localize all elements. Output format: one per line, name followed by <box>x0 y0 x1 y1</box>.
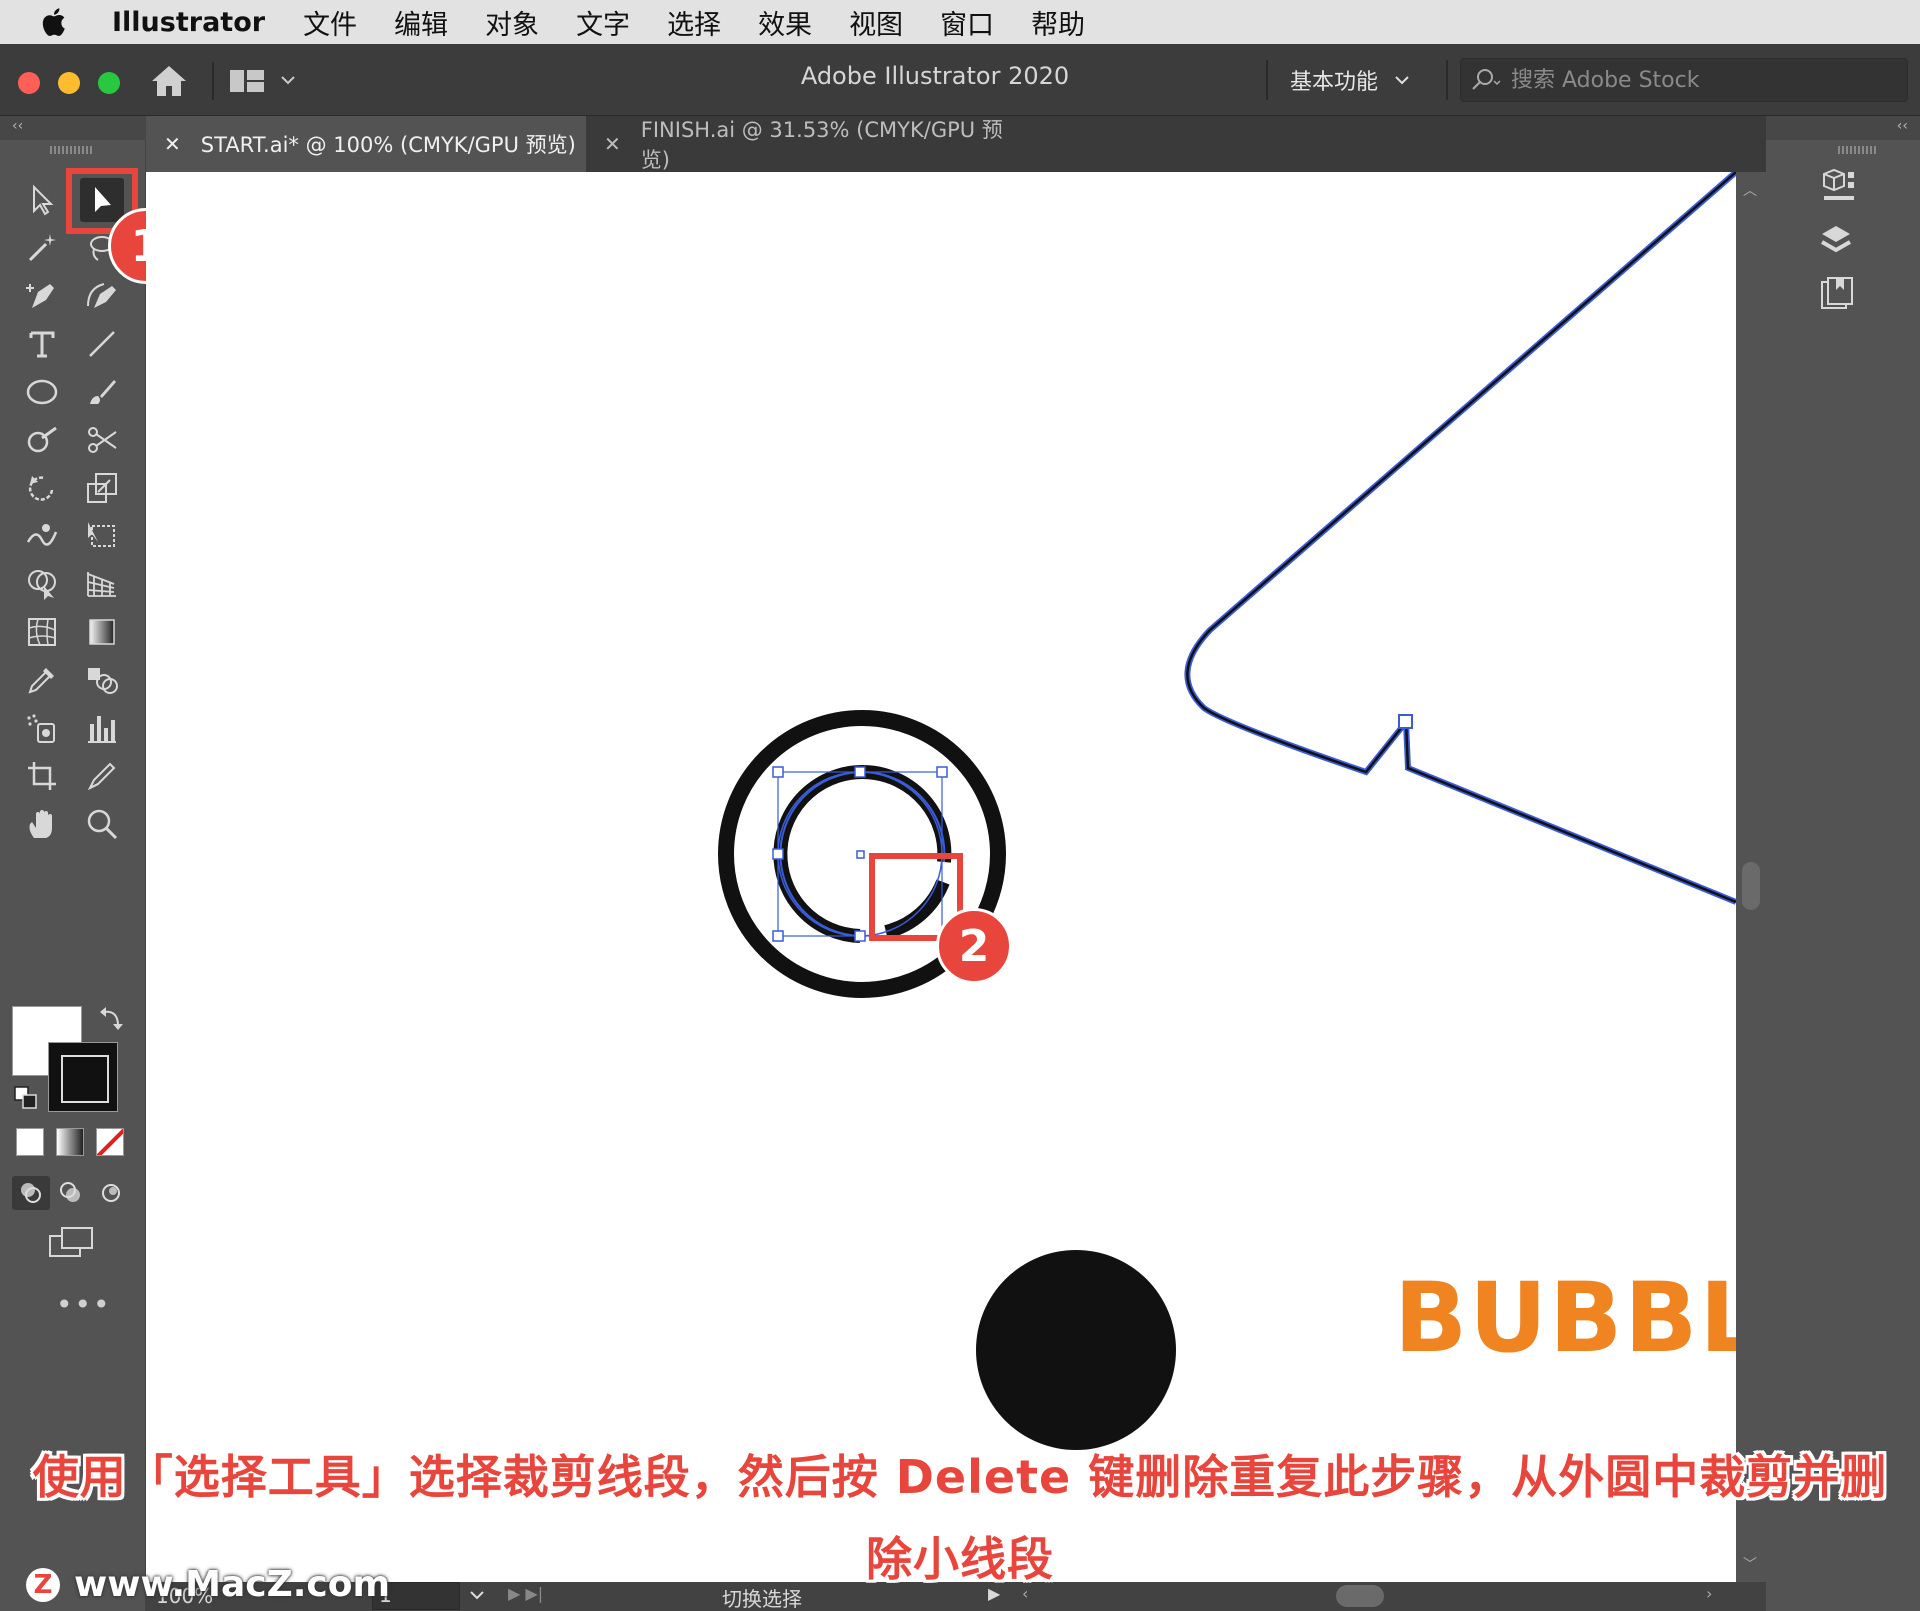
menu-file[interactable]: 文件 <box>303 3 357 42</box>
type-tool-icon[interactable] <box>20 322 64 366</box>
swap-fill-stroke-icon[interactable] <box>98 1004 126 1032</box>
menu-type[interactable]: 文字 <box>576 3 630 42</box>
toolbar-divider <box>1446 60 1448 100</box>
panel-grip[interactable] <box>50 146 94 154</box>
magic-wand-tool-icon[interactable] <box>20 226 64 270</box>
draw-behind-button[interactable] <box>52 1176 90 1210</box>
apple-menu-icon[interactable] <box>38 5 72 39</box>
line-segment-tool-icon[interactable] <box>80 322 124 366</box>
collapse-left-icon[interactable]: ‹‹ <box>12 118 23 134</box>
gradient-mode-button[interactable] <box>56 1128 84 1156</box>
screen-mode-icon[interactable] <box>48 1224 96 1260</box>
shape-builder-tool-icon[interactable] <box>20 562 64 606</box>
scissors-tool-icon[interactable] <box>80 418 124 462</box>
stroke-color-swatch[interactable] <box>48 1042 118 1112</box>
site-watermark: Z www.MacZ.com <box>26 1564 390 1605</box>
tab-label: FINISH.ai @ 31.53% (CMYK/GPU 预览) <box>640 118 1003 172</box>
menu-help[interactable]: 帮助 <box>1031 3 1085 42</box>
draw-normal-icon <box>21 1183 41 1203</box>
tab-label: START.ai* @ 100% (CMYK/GPU 预览) <box>200 133 576 157</box>
draw-behind-icon <box>60 1182 80 1202</box>
paintbrush-tool-icon[interactable] <box>80 370 124 414</box>
right-panel-dock <box>1766 140 1920 1611</box>
layers-panel-icon[interactable] <box>1818 222 1862 262</box>
pen-tool-icon[interactable] <box>20 274 64 318</box>
artboard-tool-icon[interactable] <box>20 754 64 798</box>
solid-circle[interactable] <box>976 1250 1176 1450</box>
search-icon <box>1472 69 1501 90</box>
vertical-scrollbar[interactable]: ︿ ﹀ <box>1736 172 1766 1582</box>
none-mode-button[interactable] <box>96 1128 124 1156</box>
column-graph-tool-icon[interactable] <box>80 706 124 750</box>
panel-icon-column <box>1776 140 1910 330</box>
stock-search-input[interactable] <box>1511 67 1891 93</box>
step-badge-2: 2 <box>936 908 1012 984</box>
bubble-outline-path[interactable] <box>1184 172 1736 905</box>
menu-view[interactable]: 视图 <box>849 3 903 42</box>
menu-window[interactable]: 窗口 <box>940 3 994 42</box>
adobe-stock-search[interactable] <box>1460 58 1908 102</box>
watermark-logo-icon: Z <box>26 1567 60 1602</box>
tab-finish-document[interactable]: ✕ FINISH.ai @ 31.53% (CMYK/GPU 预览) <box>586 116 1026 172</box>
shaper-tool-icon[interactable] <box>20 418 64 462</box>
symbol-sprayer-tool-icon[interactable] <box>20 706 64 750</box>
app-title-bar: Adobe Illustrator 2020 基本功能 <box>0 44 1920 116</box>
panel-grip[interactable] <box>1838 146 1876 154</box>
menu-app-name[interactable]: Illustrator <box>112 7 265 38</box>
curvature-tool-icon[interactable] <box>80 274 124 318</box>
brand-text[interactable]: BUBBL <box>1394 1262 1736 1374</box>
toolbar-divider <box>1266 60 1268 100</box>
draw-inside-icon <box>102 1184 120 1202</box>
asset-export-panel-icon[interactable] <box>1818 274 1862 314</box>
default-colors-icon[interactable] <box>14 1086 38 1110</box>
selection-tool-icon[interactable] <box>20 178 64 222</box>
scroll-up-icon[interactable]: ︿ <box>1743 180 1757 200</box>
slice-tool-icon[interactable] <box>80 754 124 798</box>
menu-object[interactable]: 对象 <box>485 3 539 42</box>
draw-inside-button[interactable] <box>92 1176 130 1210</box>
document-tab-bar: ✕ START.ai* @ 100% (CMYK/GPU 预览) ✕ FINIS… <box>146 116 1766 172</box>
gradient-tool-icon[interactable] <box>80 610 124 654</box>
menu-bar: Illustrator 文件 编辑 对象 文字 选择 效果 视图 窗口 帮助 <box>0 0 1920 44</box>
perspective-grid-tool-icon[interactable] <box>80 562 124 606</box>
workspace-switcher[interactable]: 基本功能 <box>1290 64 1410 96</box>
ellipse-tool-icon[interactable] <box>20 370 64 414</box>
hand-tool-icon[interactable] <box>20 802 64 846</box>
zoom-tool-icon[interactable] <box>80 802 124 846</box>
color-mode-button[interactable] <box>16 1128 44 1156</box>
menu-edit[interactable]: 编辑 <box>394 3 448 42</box>
watermark-text: www.MacZ.com <box>74 1564 390 1605</box>
mesh-tool-icon[interactable] <box>20 610 64 654</box>
collapse-right-icon[interactable]: ‹‹ <box>1897 118 1908 134</box>
vertical-scroll-thumb[interactable] <box>1742 862 1760 910</box>
blend-tool-icon[interactable] <box>80 658 124 702</box>
draw-normal-button[interactable] <box>12 1176 50 1210</box>
rotate-tool-icon[interactable] <box>20 466 64 510</box>
close-tab-icon[interactable]: ✕ <box>604 132 621 156</box>
workspace-label: 基本功能 <box>1290 70 1379 95</box>
eyedropper-tool-icon[interactable] <box>20 658 64 702</box>
close-tab-icon[interactable]: ✕ <box>164 132 181 156</box>
tab-start-document[interactable]: ✕ START.ai* @ 100% (CMYK/GPU 预览) <box>146 116 586 172</box>
chevron-down-icon <box>1395 76 1409 85</box>
menu-select[interactable]: 选择 <box>667 3 721 42</box>
menu-effect[interactable]: 效果 <box>758 3 812 42</box>
artboard-canvas[interactable]: BUBBL <box>146 172 1736 1582</box>
tools-panel: ••• <box>0 140 146 1611</box>
free-transform-tool-icon[interactable] <box>80 514 124 558</box>
edit-toolbar-icon[interactable]: ••• <box>56 1288 112 1321</box>
libraries-panel-icon[interactable] <box>1818 166 1862 206</box>
scale-tool-icon[interactable] <box>80 466 124 510</box>
warp-tool-icon[interactable] <box>20 514 64 558</box>
